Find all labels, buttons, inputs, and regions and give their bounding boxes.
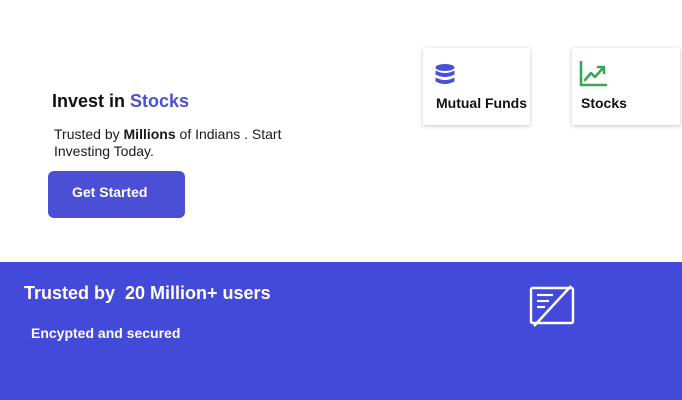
secure-document-icon xyxy=(529,284,575,333)
hero-subtitle-bold: Millions xyxy=(123,126,176,142)
landing-page: Invest in Stocks Trusted by Millions of … xyxy=(0,0,682,400)
hero-subtitle: Trusted by Millions of Indians . Start I… xyxy=(54,126,304,160)
card-mutual-funds[interactable]: Mutual Funds xyxy=(423,48,530,125)
hero-subtitle-prefix: Trusted by xyxy=(54,126,124,142)
get-started-button[interactable]: Get Started xyxy=(48,171,185,218)
card-stocks[interactable]: Stocks xyxy=(572,48,680,125)
trust-banner-title: Trusted by 20 Million+ users xyxy=(24,283,271,303)
trust-banner: Trusted by 20 Million+ users Encypted an… xyxy=(0,262,682,400)
trust-banner-subtitle: Encypted and secured xyxy=(31,325,181,341)
card-stocks-label: Stocks xyxy=(581,95,627,111)
trending-up-chart-icon xyxy=(579,60,608,92)
hero-title: Invest in Stocks xyxy=(52,91,189,112)
hero-title-accent: Stocks xyxy=(130,91,190,111)
hero-title-prefix: Invest in xyxy=(52,91,131,111)
card-mutual-funds-label: Mutual Funds xyxy=(436,95,527,111)
database-icon xyxy=(434,63,456,92)
